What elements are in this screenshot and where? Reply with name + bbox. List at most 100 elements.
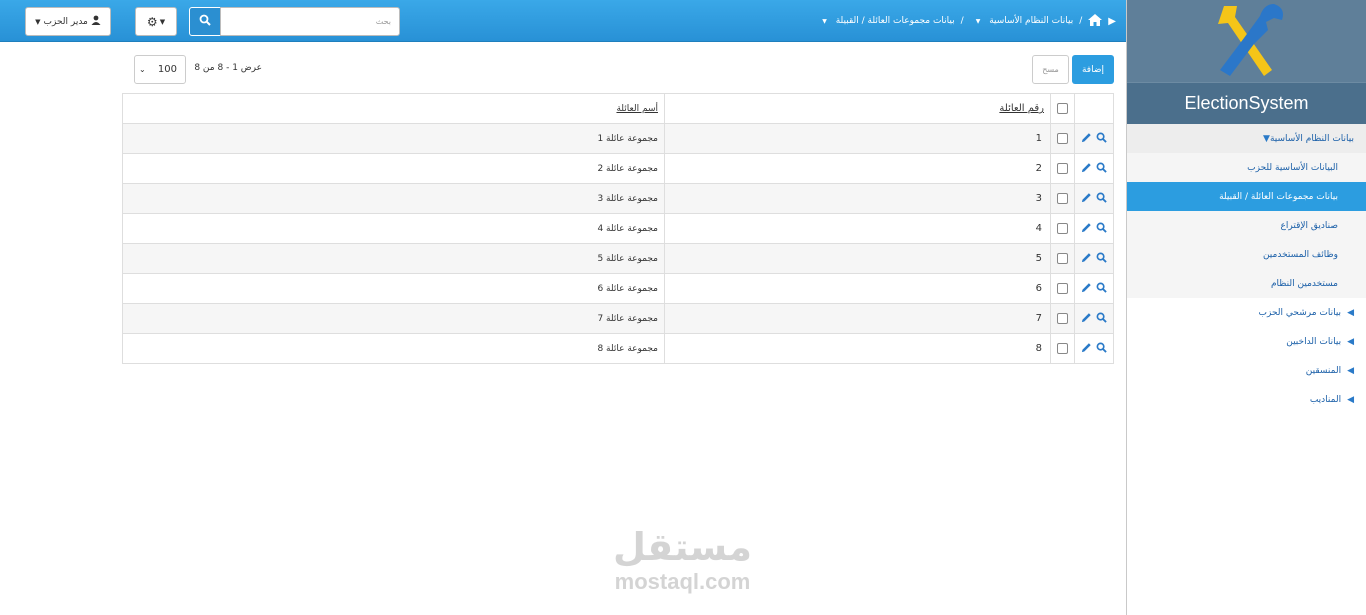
pager-info: عرض 1 - 8 من 8 [194, 63, 262, 73]
breadcrumb-level2[interactable]: بيانات مجموعات العائلة / القبيلة ▼ [816, 16, 954, 26]
breadcrumb-level1-label: بيانات النظام الأساسية [989, 16, 1074, 26]
top-bar: ▼ مدير الحزب ⚙ ▼ بحث ▶ / بيانات النظام ا… [0, 0, 1126, 42]
family-number-cell: 7 [664, 303, 1051, 334]
caret-down-icon: ▼ [35, 17, 41, 26]
edit-pencil-icon[interactable] [1081, 222, 1092, 236]
edit-pencil-icon[interactable] [1081, 252, 1092, 266]
search-icon[interactable] [1096, 312, 1107, 326]
caret-down-icon: ▼ [159, 17, 166, 26]
row-actions [1074, 183, 1114, 214]
family-name-cell: مجموعة عائلة 3 [122, 183, 665, 214]
actions-header [1074, 93, 1114, 124]
logo [1127, 0, 1366, 82]
row-actions [1074, 243, 1114, 274]
edit-pencil-icon[interactable] [1081, 162, 1092, 176]
families-table: رقم العائلة أسم العائلة 1 مجموعة عائلة 12… [122, 93, 1114, 364]
user-menu-label: مدير الحزب [43, 16, 88, 27]
sidebar-item-voters[interactable]: ◀ بيانات الداخبين [1127, 327, 1366, 356]
select-all-checkbox[interactable] [1057, 103, 1068, 114]
collapse-arrow-icon[interactable]: ▶ [1108, 16, 1116, 27]
sidebar-item-label: وظائف المستخدمين [1262, 249, 1338, 260]
row-actions [1074, 273, 1114, 304]
search-icon[interactable] [1096, 222, 1107, 236]
row-select-cell [1050, 183, 1075, 214]
row-select-cell [1050, 303, 1075, 334]
edit-pencil-icon[interactable] [1081, 312, 1092, 326]
table-header-row: رقم العائلة أسم العائلة [122, 93, 1114, 124]
page-size-select[interactable]: ⌄ 100 [134, 55, 186, 84]
gear-icon: ⚙ [146, 14, 158, 29]
family-name-cell: مجموعة عائلة 1 [122, 123, 665, 154]
sidebar-item-label: مستخدمين النظام [1270, 278, 1338, 289]
family-number-cell: 4 [664, 213, 1051, 244]
row-checkbox[interactable] [1057, 223, 1068, 234]
row-select-cell [1050, 153, 1075, 184]
search-icon[interactable] [1096, 252, 1107, 266]
row-checkbox[interactable] [1057, 343, 1068, 354]
breadcrumb-level1[interactable]: بيانات النظام الأساسية ▼ [970, 16, 1074, 26]
edit-pencil-icon[interactable] [1081, 282, 1092, 296]
sidebar-item-candidates[interactable]: ◀ بيانات مرشحي الحزب [1127, 298, 1366, 327]
sidebar-item-user-roles[interactable]: وظائف المستخدمين [1127, 240, 1366, 269]
edit-pencil-icon[interactable] [1081, 192, 1092, 206]
family-name-cell: مجموعة عائلة 6 [122, 273, 665, 304]
family-name-cell: مجموعة عائلة 2 [122, 153, 665, 184]
home-icon[interactable] [1088, 13, 1103, 29]
sidebar-item-label: المنسقين [1305, 365, 1342, 376]
breadcrumb-separator: / [960, 16, 964, 26]
sidebar-item-system-users[interactable]: مستخدمين النظام [1127, 269, 1366, 298]
app-root: ▼ مدير الحزب ⚙ ▼ بحث ▶ / بيانات النظام ا… [0, 0, 1366, 615]
delete-button[interactable]: مسح [1032, 55, 1069, 84]
sidebar-item-system-basic[interactable]: بيانات النظام الأساسية ▼ [1127, 124, 1366, 153]
sidebar-menu: بيانات النظام الأساسية ▼ البيانات الأساس… [1127, 124, 1366, 414]
row-checkbox[interactable] [1057, 193, 1068, 204]
sidebar-item-label: البيانات الأساسية للحزب [1247, 162, 1338, 173]
table-row: 7 مجموعة عائلة 7 [122, 303, 1114, 334]
row-select-cell [1050, 273, 1075, 304]
search-icon[interactable] [1096, 342, 1107, 356]
search-icon[interactable] [1096, 192, 1107, 206]
table-row: 8 مجموعة عائلة 8 [122, 333, 1114, 364]
edit-pencil-icon[interactable] [1081, 132, 1092, 146]
brand-title: ElectionSystem [1127, 82, 1366, 124]
settings-button[interactable]: ⚙ ▼ [135, 7, 177, 36]
sidebar-item-party-basic[interactable]: البيانات الأساسية للحزب [1127, 153, 1366, 182]
search-button[interactable] [189, 7, 221, 36]
table-row: 6 مجموعة عائلة 6 [122, 273, 1114, 304]
column-header-number[interactable]: رقم العائلة [664, 93, 1051, 124]
sidebar-item-label: بيانات الداخبين [1286, 336, 1342, 347]
row-actions [1074, 333, 1114, 364]
select-all-header [1050, 93, 1075, 124]
chevron-down-icon: ▼ [1263, 133, 1270, 144]
watermark: مستقل mostaql.com [600, 525, 765, 595]
row-checkbox[interactable] [1057, 163, 1068, 174]
sidebar-item-label: بيانات مجموعات العائلة / القبيلة [1219, 191, 1338, 202]
table-row: 2 مجموعة عائلة 2 [122, 153, 1114, 184]
edit-pencil-icon[interactable] [1081, 342, 1092, 356]
row-checkbox[interactable] [1057, 253, 1068, 264]
row-checkbox[interactable] [1057, 283, 1068, 294]
family-name-cell: مجموعة عائلة 7 [122, 303, 665, 334]
sidebar-item-delegates[interactable]: ◀ المناديب [1127, 385, 1366, 414]
row-checkbox[interactable] [1057, 133, 1068, 144]
sidebar-item-family-groups[interactable]: بيانات مجموعات العائلة / القبيلة [1127, 182, 1366, 211]
search-icon [199, 14, 211, 29]
sidebar-item-coordinators[interactable]: ◀ المنسقين [1127, 356, 1366, 385]
family-number-cell: 5 [664, 243, 1051, 274]
sidebar-item-label: صناديق الإقتراع [1280, 220, 1338, 231]
user-menu-button[interactable]: ▼ مدير الحزب [25, 7, 111, 36]
search-icon[interactable] [1096, 162, 1107, 176]
search-input[interactable]: بحث [220, 7, 400, 36]
column-header-name[interactable]: أسم العائلة [122, 93, 665, 124]
search-icon[interactable] [1096, 282, 1107, 296]
search-icon[interactable] [1096, 132, 1107, 146]
add-button[interactable]: إضافة [1072, 55, 1114, 84]
user-icon [91, 15, 101, 28]
row-checkbox[interactable] [1057, 313, 1068, 324]
sidebar-item-label: المناديب [1309, 394, 1342, 405]
watermark-latin: mostaql.com [614, 569, 751, 594]
family-number-cell: 1 [664, 123, 1051, 154]
sidebar-item-ballot-boxes[interactable]: صناديق الإقتراع [1127, 211, 1366, 240]
watermark-arabic: مستقل [613, 525, 752, 569]
family-name-cell: مجموعة عائلة 8 [122, 333, 665, 364]
